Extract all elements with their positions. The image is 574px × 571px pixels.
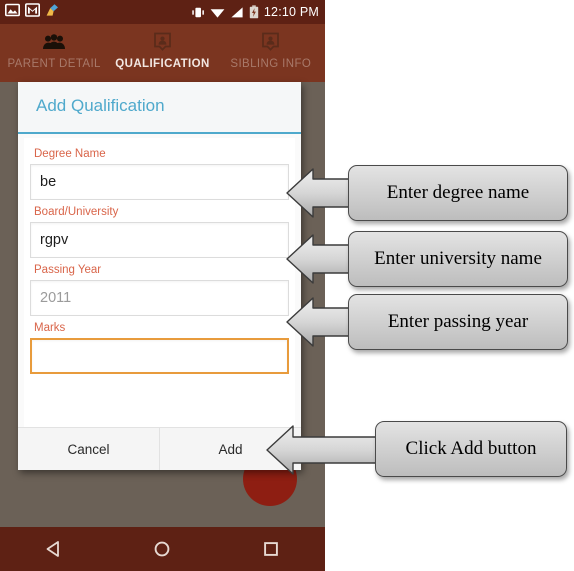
- dialog-title: Add Qualification: [36, 96, 165, 115]
- group-people-icon: [42, 29, 66, 55]
- wifi-icon: [210, 8, 225, 18]
- back-triangle-icon[interactable]: [37, 532, 71, 566]
- tab-label: PARENT DETAIL: [7, 58, 101, 70]
- status-bar: 12:10 PM: [0, 0, 325, 24]
- status-bar-right-icons: 12:10 PM: [191, 2, 319, 22]
- field-passing-year: Passing Year 2011: [30, 260, 289, 316]
- field-board-university: Board/University rgpv: [30, 202, 289, 258]
- input-value: be: [40, 174, 57, 190]
- add-qualification-dialog: Add Qualification Degree Name be Board/U…: [18, 82, 301, 470]
- dialog-form: Degree Name be Board/University rgpv Pas…: [24, 138, 295, 427]
- tab-label: SIBLING INFO: [230, 58, 312, 70]
- board-university-input[interactable]: rgpv: [30, 222, 289, 258]
- cancel-button[interactable]: Cancel: [18, 428, 160, 470]
- android-navigation-bar: [0, 527, 325, 571]
- vibrate-icon: [192, 7, 204, 17]
- battery-charging-icon: [249, 5, 259, 19]
- screenshot-icon: [5, 3, 20, 17]
- field-label: Board/University: [34, 206, 119, 218]
- recents-square-icon[interactable]: [254, 532, 288, 566]
- marks-input[interactable]: [30, 338, 289, 374]
- field-label: Marks: [34, 322, 66, 334]
- field-label: Degree Name: [34, 148, 106, 160]
- callout-text: Enter passing year: [348, 294, 568, 350]
- certificate-icon: [153, 29, 172, 55]
- callout-text: Enter degree name: [348, 165, 568, 221]
- tab-sibling-info[interactable]: SIBLING INFO: [217, 24, 325, 82]
- tab-label: QUALIFICATION: [115, 58, 210, 70]
- certificate-icon: [261, 29, 280, 55]
- screenshot-stage: 12:10 PM PARENT DETAIL QUALIFICATION SIB…: [0, 0, 574, 571]
- tab-parent-detail[interactable]: PARENT DETAIL: [0, 24, 108, 82]
- dialog-title-divider: [18, 132, 301, 134]
- field-label: Passing Year: [34, 264, 102, 276]
- dialog-header: Add Qualification: [18, 82, 301, 134]
- input-placeholder: 2011: [40, 290, 72, 306]
- input-value: rgpv: [40, 232, 69, 248]
- callout-arrow-icon: [266, 425, 377, 475]
- dialog-actions: Cancel Add: [18, 427, 301, 470]
- degree-name-input[interactable]: be: [30, 164, 289, 200]
- callout-text: Enter university name: [348, 231, 568, 287]
- status-bar-left-icons: [5, 3, 61, 17]
- passing-year-input[interactable]: 2011: [30, 280, 289, 316]
- signal-icon: [231, 6, 243, 17]
- field-marks: Marks: [30, 318, 289, 374]
- field-degree-name: Degree Name be: [30, 144, 289, 200]
- status-bar-clock: 12:10 PM: [263, 5, 319, 19]
- tab-qualification[interactable]: QUALIFICATION: [108, 24, 216, 82]
- tab-bar: PARENT DETAIL QUALIFICATION SIBLING INFO: [0, 24, 325, 82]
- cleaner-broom-icon: [46, 4, 58, 16]
- callout-text: Click Add button: [375, 421, 567, 477]
- home-circle-icon[interactable]: [145, 532, 179, 566]
- gmail-icon: [25, 3, 40, 17]
